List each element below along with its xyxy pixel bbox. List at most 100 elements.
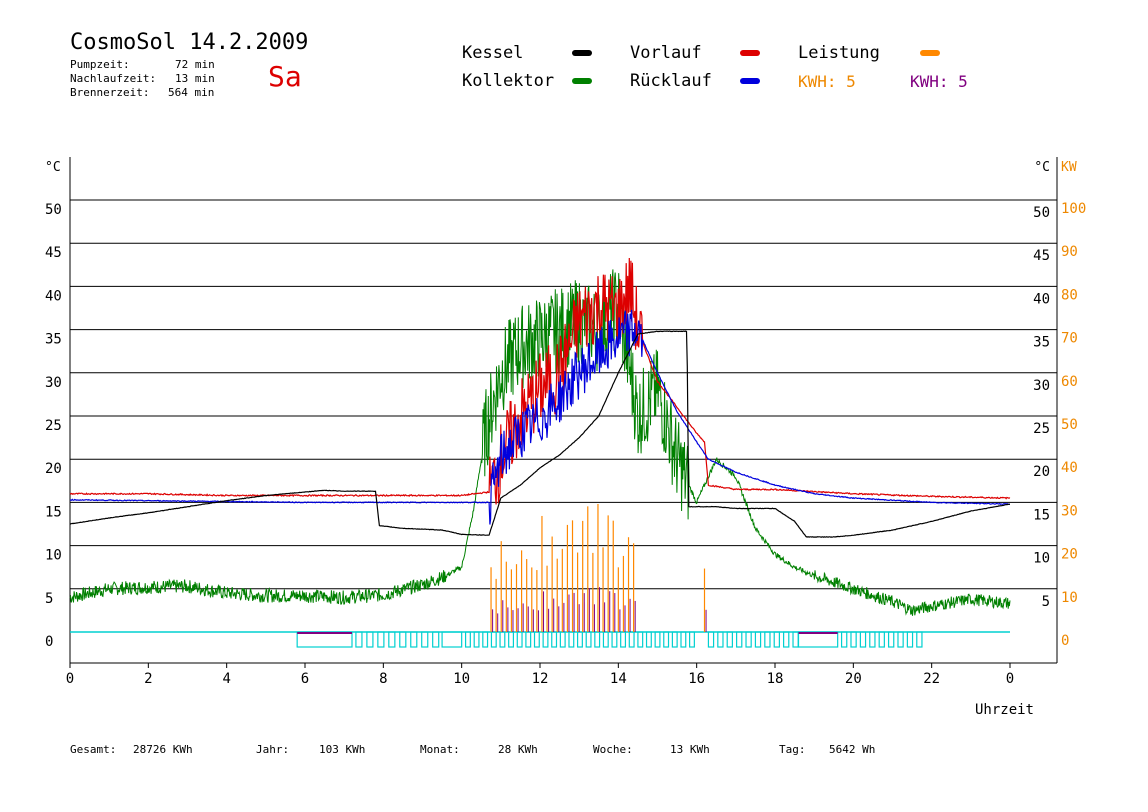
x-tick-label: 0 — [66, 671, 74, 687]
x-tick-label: 6 — [301, 671, 309, 687]
y-tick-label-right-power: 30 — [1061, 503, 1078, 519]
legend-leistung-label: Leistung — [798, 43, 880, 63]
y-tick-label-left: 35 — [45, 332, 62, 348]
pump-pulse — [726, 631, 733, 648]
series-ruecklauf-line — [69, 309, 1010, 525]
legend-ruecklauf-swatch — [740, 78, 760, 84]
y-tick-label-right-power: 20 — [1061, 547, 1078, 563]
y-tick-label-right-power: 10 — [1061, 590, 1078, 606]
y-tick-label-left: 30 — [45, 375, 62, 391]
burner-block — [798, 632, 838, 634]
y-tick-label-left: 40 — [45, 288, 62, 304]
pump-pulse — [897, 631, 904, 648]
y-tick-label-right-temp: 45 — [1033, 248, 1050, 264]
pump-pulse — [654, 631, 661, 648]
pump-pulse — [859, 631, 867, 648]
pump-pulse — [645, 631, 652, 648]
brenner-time-label: Brennerzeit: — [70, 86, 150, 99]
y-tick-label-left: 20 — [45, 461, 62, 477]
legend-vorlauf-swatch — [740, 50, 760, 56]
y-tick-label-left: 15 — [45, 504, 62, 520]
pump-pulse — [388, 631, 396, 648]
y-axis-unit-right-power: KW — [1061, 160, 1077, 175]
chart-canvas: 0 2 4 6 8 10 12 14 16 18 20 22 005101520253035404550… — [45, 157, 1086, 718]
chart-title: CosmoSol 14.2.2009 — [70, 30, 309, 55]
pump-pulse — [482, 631, 489, 648]
pump-pulse — [377, 631, 385, 648]
footer-jahr-value: 103 KWh — [319, 743, 366, 756]
x-tick-label: 18 — [767, 671, 784, 687]
kwh-orange-value: KWH: 5 — [798, 72, 856, 91]
pump-pulse — [916, 631, 923, 648]
pump-pulse — [637, 631, 644, 648]
legend-ruecklauf-label: Rücklauf — [630, 71, 712, 91]
kwh-purple-value: KWH: 5 — [910, 72, 968, 91]
brenner-time-value: 564 min — [168, 86, 215, 99]
nachlauf-time-label: Nachlaufzeit: — [70, 72, 157, 85]
pump-pulse — [410, 631, 418, 648]
y-tick-label-left: 50 — [45, 202, 62, 218]
legend-kollektor-swatch — [572, 78, 592, 84]
pump-pulse — [671, 631, 678, 648]
pump-pulse — [473, 631, 480, 648]
pump-pulse — [585, 631, 592, 648]
pump-block — [296, 631, 353, 648]
legend-kessel-label: Kessel — [462, 43, 524, 63]
pump-time-value: 72 min — [175, 58, 215, 71]
footer-gesamt-value: 28726 KWh — [133, 743, 193, 756]
pump-pulse — [850, 631, 857, 648]
y-tick-label-right-temp: 10 — [1033, 551, 1050, 567]
y-tick-label-right-temp: 35 — [1033, 335, 1050, 351]
y-tick-label-left: 25 — [45, 418, 62, 434]
pump-pulse — [551, 631, 558, 648]
y-tick-label-right-temp: 5 — [1042, 594, 1050, 610]
pump-pulse — [399, 631, 407, 648]
y-tick-label-right-power: 60 — [1061, 374, 1078, 390]
y-tick-label-left: 0 — [45, 634, 53, 650]
footer-woche-label: Woche: — [593, 743, 633, 756]
pump-pulse — [366, 631, 374, 648]
y-tick-label-left: 5 — [45, 591, 53, 607]
y-axis-unit-left: °C — [45, 160, 61, 175]
pump-block — [797, 631, 839, 648]
pump-pulse — [559, 631, 566, 648]
nachlauf-time-value: 13 min — [175, 72, 215, 85]
x-tick-label: 22 — [923, 671, 940, 687]
pump-pulse — [611, 631, 618, 648]
x-tick-label: 14 — [610, 671, 627, 687]
pump-pulse — [840, 631, 848, 648]
pump-pulse — [764, 631, 771, 648]
pump-pulse — [533, 631, 540, 648]
pump-pulse — [576, 631, 583, 648]
pump-pulse — [628, 631, 635, 648]
x-tick-label: 8 — [379, 671, 387, 687]
pump-pulse — [663, 631, 670, 648]
legend-leistung-swatch — [920, 50, 940, 56]
pump-pulse — [887, 631, 895, 648]
x-axis-label: Uhrzeit — [975, 702, 1034, 718]
y-tick-label-right-power: 70 — [1061, 331, 1078, 347]
x-tick-label: 16 — [688, 671, 705, 687]
x-tick-label: 10 — [453, 671, 470, 687]
legend-vorlauf-label: Vorlauf — [630, 43, 702, 63]
x-tick-label: 12 — [532, 671, 549, 687]
pump-pulse — [568, 631, 575, 648]
y-tick-label-right-power: 0 — [1061, 633, 1069, 649]
pump-pulse — [783, 631, 790, 648]
y-tick-label-right-power: 40 — [1061, 460, 1078, 476]
y-tick-label-right-temp: 30 — [1033, 378, 1050, 394]
pump-pulse — [878, 631, 885, 648]
pump-pulse — [525, 631, 532, 648]
pump-pulse — [869, 631, 876, 648]
pump-time-label: Pumpzeit: — [70, 58, 130, 71]
y-tick-label-right-temp: 15 — [1033, 507, 1050, 523]
pump-pulse — [745, 631, 752, 648]
pump-pulse — [355, 631, 363, 648]
pump-pulse — [736, 631, 743, 648]
footer-jahr-label: Jahr: — [256, 743, 290, 756]
pump-pulse — [490, 631, 497, 648]
y-tick-label-left: 45 — [45, 245, 62, 261]
pump-pulse — [754, 631, 762, 648]
pump-pulse — [707, 631, 715, 648]
footer-gesamt-label: Gesamt: — [70, 743, 117, 756]
